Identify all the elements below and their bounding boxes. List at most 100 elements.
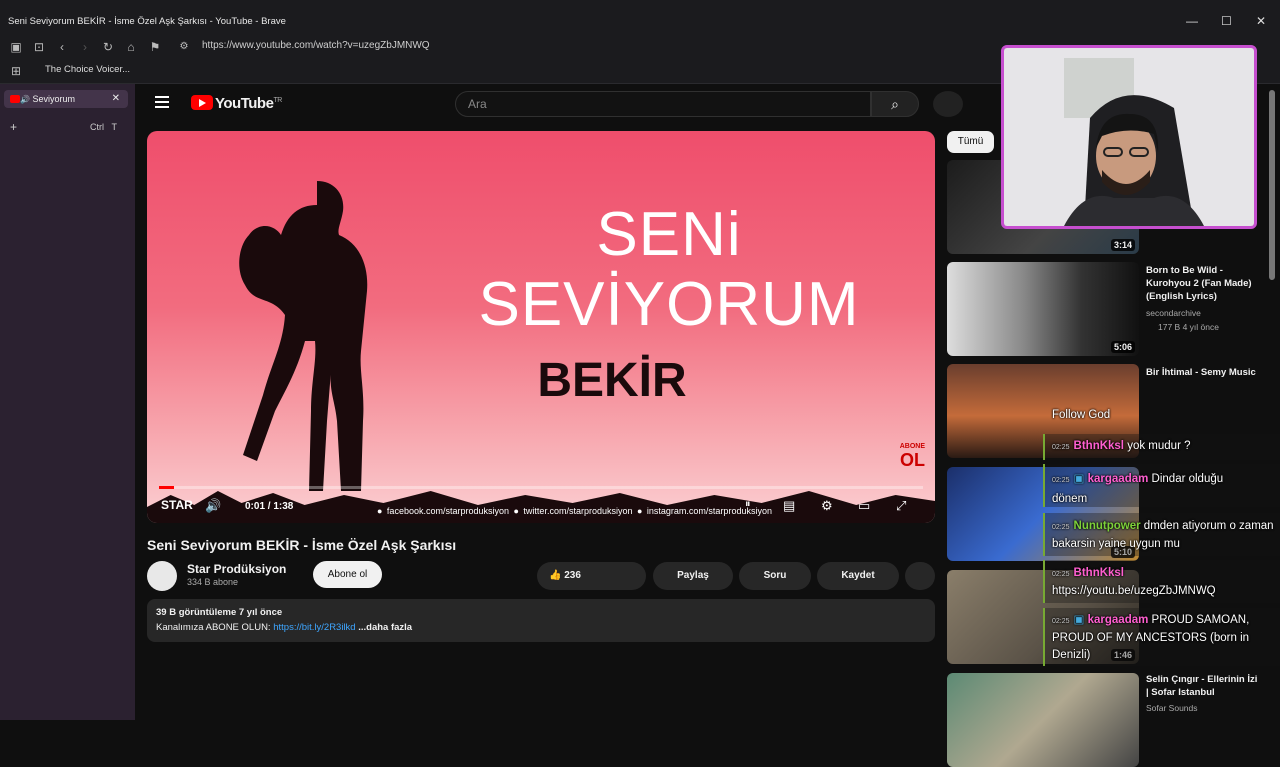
- address-bar[interactable]: https://www.youtube.com/watch?v=uzegZbJM…: [202, 40, 430, 51]
- minimize-icon[interactable]: —: [1186, 14, 1198, 28]
- chat-username: Nunutpower: [1073, 520, 1141, 532]
- rec-channel[interactable]: Sofar Sounds: [1146, 703, 1198, 713]
- chat-message-content: 02:25 ▣ kargaadam Dindar olduğu dönem: [1052, 470, 1252, 508]
- settings-gear-icon[interactable]: ⚙: [821, 498, 833, 514]
- chat-message-content: 02:25 Nunutpower dmden atiyorum o zaman b…: [1052, 518, 1277, 553]
- chat-timestamp: 02:25: [1052, 571, 1070, 578]
- site-settings-icon[interactable]: ⚙: [176, 39, 192, 55]
- channel-avatar[interactable]: [147, 561, 177, 591]
- chat-timestamp: 02:25: [1052, 524, 1070, 531]
- video-player[interactable]: SENi SEVİYORUM BEKİR ABONE OL STAR 🔊 0:0…: [147, 131, 935, 523]
- active-tab[interactable]: 🔊 Seviyorum ✕: [4, 90, 128, 108]
- volume-icon[interactable]: 🔊: [205, 498, 221, 514]
- description-prefix: Kanalımıza ABONE OLUN:: [156, 622, 274, 633]
- maximize-icon[interactable]: ☐: [1221, 14, 1232, 28]
- subscriber-count: 334 B abone: [187, 577, 239, 587]
- chat-link[interactable]: https://youtu.be/uzegZbJMNWQ: [1052, 585, 1216, 597]
- scrollbar[interactable]: [1269, 90, 1275, 280]
- progress-fill: [159, 486, 175, 489]
- subscribe-button[interactable]: Abone ol: [313, 561, 382, 588]
- logo-text: YouTube: [215, 95, 274, 112]
- chat-timestamp: 02:25: [1052, 444, 1070, 451]
- rec-thumb-6[interactable]: [947, 673, 1139, 767]
- rec-title[interactable]: Born to Be Wild - Kurohyou 2 (Fan Made) …: [1146, 264, 1260, 303]
- streamer-webcam-overlay: [1001, 45, 1257, 229]
- rec-title[interactable]: Bir İhtimal - Semy Music: [1146, 366, 1260, 379]
- rec-meta: 177 B 4 yıl önce: [1158, 322, 1219, 332]
- youtube-favicon-icon: [10, 95, 20, 103]
- thumbnail-line1: SENi: [596, 200, 742, 269]
- apps-icon[interactable]: ⊞: [8, 63, 24, 79]
- close-window-icon[interactable]: ✕: [1256, 14, 1266, 28]
- brand-watermark: STAR: [161, 498, 193, 512]
- hamburger-menu-icon[interactable]: [155, 96, 169, 111]
- tab-close-icon[interactable]: ✕: [112, 93, 120, 104]
- chat-text: Follow God: [1052, 409, 1111, 421]
- pause-icon[interactable]: ⏸: [745, 498, 751, 511]
- new-tab-shortcut: Ctrl T: [90, 122, 117, 132]
- logo-region: TR: [273, 97, 282, 104]
- rec-duration: 5:06: [1110, 341, 1135, 353]
- chat-username: BthnKksl: [1073, 567, 1125, 579]
- video-title: Seni Seviyorum BEKİR - İsme Özel Aşk Şar…: [147, 537, 457, 553]
- couple-silhouette: [239, 181, 368, 491]
- thumbs-up-icon: 👍: [549, 570, 562, 581]
- reload-icon[interactable]: ↻: [100, 39, 116, 55]
- abone-big: OL: [900, 450, 925, 470]
- rec-duration: 3:14: [1110, 239, 1135, 251]
- speaker-icon: 🔊: [20, 95, 30, 104]
- time-display: 0:01 / 1:38: [245, 501, 294, 512]
- new-tab-icon[interactable]: +: [10, 120, 17, 134]
- fullscreen-icon[interactable]: ⤢: [896, 498, 906, 514]
- ask-button[interactable]: Soru: [739, 562, 811, 590]
- tabs-icon[interactable]: ⊡: [31, 39, 47, 55]
- chat-badge-icon: ▣: [1073, 614, 1085, 626]
- back-icon[interactable]: ‹: [54, 39, 70, 55]
- channel-name[interactable]: Star Prodüksiyon: [187, 562, 286, 576]
- player-controls: STAR 🔊 0:01 / 1:38 ● facebook.com/starpr…: [147, 493, 935, 521]
- webcam-person: [1004, 48, 1254, 226]
- chat-message: Follow God: [1052, 409, 1110, 421]
- description-link[interactable]: https://bit.ly/2R3ilkd: [273, 622, 355, 633]
- chat-message-content: 02:25 BthnKksl yok mudur ?: [1052, 440, 1191, 452]
- filter-chip-all[interactable]: Tümü: [947, 131, 994, 153]
- forward-icon[interactable]: ›: [77, 39, 93, 55]
- tab-label: Seviyorum: [32, 94, 75, 104]
- rec-channel[interactable]: secondarchive: [1146, 308, 1201, 318]
- home-icon[interactable]: ⌂: [123, 39, 139, 55]
- more-actions-button[interactable]: [905, 562, 935, 590]
- search-icon: ⌕: [891, 96, 899, 112]
- shortcut-ctrl: Ctrl: [90, 122, 104, 132]
- chat-text: yok mudur ?: [1124, 440, 1191, 452]
- voice-search-button[interactable]: [933, 91, 963, 117]
- subtitles-icon[interactable]: ▤: [783, 498, 795, 514]
- abone-ol-badge: ABONE OL: [900, 443, 925, 471]
- shortcut-key: T: [111, 122, 118, 132]
- progress-bar[interactable]: [159, 486, 923, 489]
- bookmark-icon[interactable]: ⚑: [147, 39, 163, 55]
- description-box[interactable]: 39 B görüntüleme 7 yıl önce Kanalımıza A…: [147, 599, 935, 642]
- bookmark-item[interactable]: The Choice Voicer...: [45, 64, 130, 75]
- chat-timestamp: 02:25: [1052, 618, 1070, 625]
- like-count: 236: [564, 570, 581, 581]
- share-label: Paylaş: [677, 570, 709, 581]
- rec-thumb-2[interactable]: 5:06: [947, 262, 1139, 356]
- more-link[interactable]: ...daha fazla: [356, 622, 412, 633]
- chat-timestamp: 02:25: [1052, 477, 1070, 484]
- chat-username: BthnKksl: [1073, 440, 1125, 452]
- share-button[interactable]: Paylaş: [653, 562, 733, 590]
- youtube-logo[interactable]: YouTubeTR: [191, 95, 282, 112]
- save-button[interactable]: Kaydet: [817, 562, 899, 590]
- like-button[interactable]: 👍 236: [537, 562, 646, 590]
- theater-mode-icon[interactable]: ▭: [858, 498, 870, 514]
- window-titlebar: Seni Seviyorum BEKİR - İsme Özel Aşk Şar…: [0, 0, 1280, 36]
- rec-title[interactable]: Selin Çıngır - Ellerinin İzi | Sofar Ist…: [1146, 673, 1260, 699]
- chat-message-content: 02:25 ▣ kargaadam PROUD SAMOAN, PROUD OF …: [1052, 612, 1277, 664]
- chat-message-content: 02:25 BthnKksl https://youtu.be/uzegZbJMN…: [1052, 565, 1277, 600]
- sidebar-toggle-icon[interactable]: ▣: [8, 39, 24, 55]
- abone-small: ABONE: [899, 443, 925, 450]
- search-button[interactable]: ⌕: [871, 91, 919, 117]
- chat-username: kargaadam: [1087, 473, 1149, 485]
- search-input[interactable]: Ara: [455, 91, 871, 117]
- chat-badge-icon: ▣: [1073, 473, 1085, 485]
